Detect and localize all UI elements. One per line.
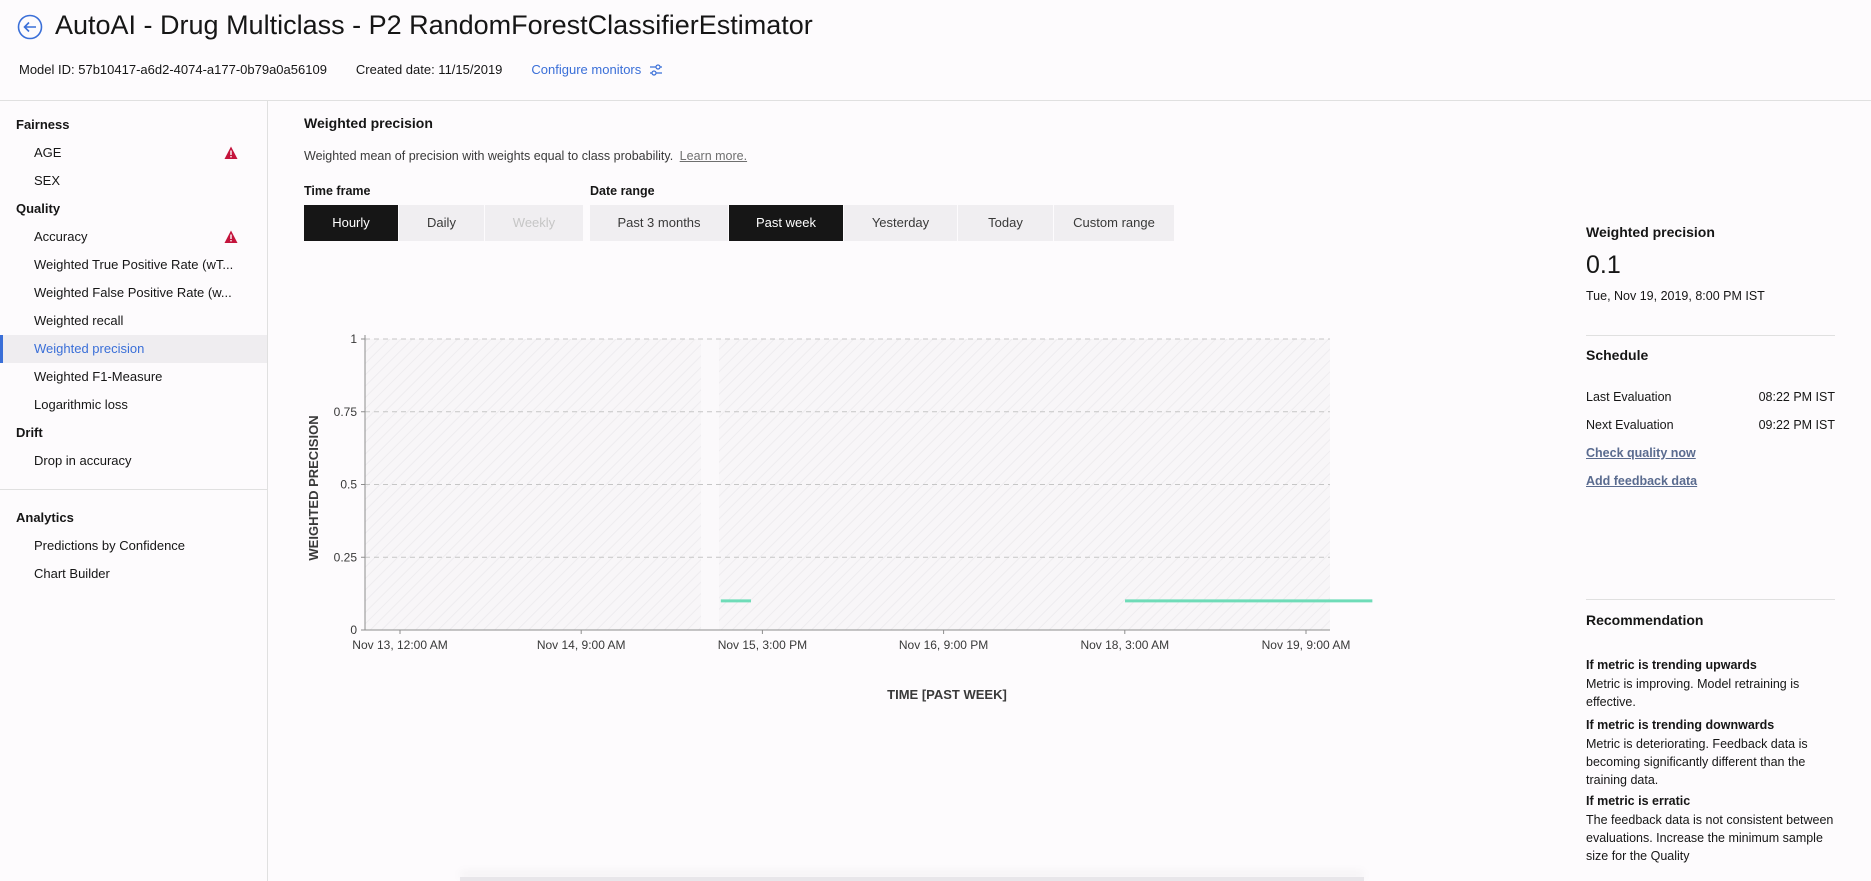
date-range-label: Date range (590, 184, 655, 198)
back-arrow-icon[interactable] (17, 14, 43, 40)
x-tick-label: Nov 14, 9:00 AM (537, 638, 626, 652)
metric-side-panel: Weighted precision 0.1 Tue, Nov 19, 2019… (1586, 101, 1871, 881)
trending-down-heading: If metric is trending downwards (1586, 718, 1775, 732)
sidebar-item-weighted-tpr[interactable]: Weighted True Positive Rate (wT... (0, 251, 267, 279)
sidebar-item-predictions-by-confidence[interactable]: Predictions by Confidence (0, 532, 267, 560)
sidebar-item-drop-in-accuracy[interactable]: Drop in accuracy (0, 447, 267, 475)
sidebar-item-age[interactable]: AGE (0, 139, 267, 167)
erratic-heading: If metric is erratic (1586, 794, 1691, 808)
yesterday-button[interactable]: Yesterday (844, 205, 958, 241)
today-button[interactable]: Today (958, 205, 1054, 241)
warning-icon (224, 230, 238, 243)
panel-divider (1586, 335, 1835, 336)
time-frame-label: Time frame (304, 184, 371, 198)
description-text: Weighted mean of precision with weights … (304, 149, 674, 163)
model-meta: Model ID: 57b10417-a6d2-4074-a177-0b79a0… (19, 62, 663, 77)
sidebar-item-label: Weighted F1-Measure (34, 369, 163, 384)
sidebar-group-quality: Quality (16, 201, 61, 216)
date-range-switcher: Past 3 months Past week Yesterday Today … (590, 205, 1174, 241)
next-evaluation-label: Next Evaluation (1586, 418, 1674, 432)
page-title: AutoAI - Drug Multiclass - P2 RandomFore… (55, 10, 813, 40)
panel-metric-date: Tue, Nov 19, 2019, 8:00 PM IST (1586, 289, 1765, 303)
configure-monitors-link[interactable]: Configure monitors (531, 62, 663, 77)
monitor-sidebar: Fairness AGE SEX Quality Accuracy Weight… (0, 101, 268, 881)
check-quality-link[interactable]: Check quality now (1586, 446, 1696, 460)
y-tick-label: 0.75 (334, 405, 358, 419)
y-tick-label: 0.25 (334, 550, 358, 564)
last-evaluation-label: Last Evaluation (1586, 390, 1672, 404)
sidebar-item-accuracy[interactable]: Accuracy (0, 223, 267, 251)
created-date: Created date: 11/15/2019 (355, 62, 503, 77)
sidebar-item-weighted-precision[interactable]: Weighted precision (0, 335, 267, 363)
sidebar-item-chart-builder[interactable]: Chart Builder (0, 560, 267, 588)
sidebar-item-weighted-f1[interactable]: Weighted F1-Measure (0, 363, 267, 391)
sidebar-group-drift: Drift (16, 425, 43, 440)
sidebar-item-label: Drop in accuracy (34, 453, 132, 468)
recommendation-title: Recommendation (1586, 612, 1704, 628)
sidebar-item-label: Logarithmic loss (34, 397, 128, 412)
last-evaluation-row: Last Evaluation 08:22 PM IST (1586, 390, 1835, 404)
x-tick-label: Nov 13, 12:00 AM (352, 638, 447, 652)
sliders-icon (650, 63, 663, 76)
x-axis-label: TIME [PAST WEEK] (887, 687, 1007, 702)
next-evaluation-row: Next Evaluation 09:22 PM IST (1586, 418, 1835, 432)
sidebar-item-label: Weighted recall (34, 313, 124, 328)
y-axis-label: WEIGHTED PRECISION (306, 415, 321, 560)
last-evaluation-value: 08:22 PM IST (1758, 390, 1835, 404)
y-tick-label: 1 (350, 332, 357, 346)
model-id: Model ID: 57b10417-a6d2-4074-a177-0b79a0… (19, 62, 327, 77)
configure-monitors-label: Configure monitors (531, 62, 642, 77)
custom-range-button[interactable]: Custom range (1054, 205, 1174, 241)
sidebar-item-weighted-fpr[interactable]: Weighted False Positive Rate (w... (0, 279, 267, 307)
metric-title: Weighted precision (304, 115, 433, 131)
sidebar-item-label: Weighted precision (34, 341, 145, 356)
erratic-text: The feedback data is not consistent betw… (1586, 813, 1834, 863)
sidebar-item-label: SEX (34, 173, 61, 188)
x-tick-label: Nov 18, 3:00 AM (1080, 638, 1169, 652)
sidebar-item-log-loss[interactable]: Logarithmic loss (0, 391, 267, 419)
panel-metric-title: Weighted precision (1586, 224, 1715, 240)
add-feedback-link[interactable]: Add feedback data (1586, 474, 1697, 488)
sidebar-item-sex[interactable]: SEX (0, 167, 267, 195)
sidebar-item-label: Chart Builder (34, 566, 110, 581)
sidebar-group-fairness: Fairness (16, 117, 70, 132)
metric-description: Weighted mean of precision with weights … (304, 149, 747, 163)
page-header: AutoAI - Drug Multiclass - P2 RandomFore… (0, 0, 1871, 101)
x-tick-label: Nov 19, 9:00 AM (1262, 638, 1351, 652)
main-content: Weighted precision Weighted mean of prec… (268, 101, 1871, 881)
daily-button[interactable]: Daily (399, 205, 485, 241)
hourly-button[interactable]: Hourly (304, 205, 399, 241)
learn-more-link[interactable]: Learn more. (680, 149, 747, 163)
past-week-button[interactable]: Past week (729, 205, 844, 241)
warning-icon (224, 146, 238, 159)
panel-divider (1586, 599, 1835, 600)
next-evaluation-value: 09:22 PM IST (1758, 418, 1835, 432)
sidebar-divider (0, 489, 267, 490)
bottom-scroll-shadow (460, 877, 1364, 881)
trending-up-heading: If metric is trending upwards (1586, 658, 1757, 672)
sidebar-item-weighted-recall[interactable]: Weighted recall (0, 307, 267, 335)
schedule-title: Schedule (1586, 347, 1649, 363)
panel-metric-value: 0.1 (1586, 251, 1621, 279)
sidebar-item-label: Weighted True Positive Rate (wT... (34, 257, 234, 272)
sidebar-item-label: AGE (34, 145, 62, 160)
sidebar-item-label: Predictions by Confidence (34, 538, 186, 553)
x-tick-label: Nov 16, 9:00 PM (899, 638, 988, 652)
weekly-button: Weekly (485, 205, 583, 241)
trending-up-text: Metric is improving. Model retraining is… (1586, 677, 1800, 709)
sidebar-group-analytics: Analytics (16, 510, 74, 525)
sidebar-item-label: Weighted False Positive Rate (w... (34, 285, 232, 300)
y-tick-label: 0 (350, 623, 357, 637)
past-3-months-button[interactable]: Past 3 months (590, 205, 729, 241)
trending-down-text: Metric is deteriorating. Feedback data i… (1586, 737, 1808, 787)
x-tick-label: Nov 15, 3:00 PM (718, 638, 807, 652)
time-frame-switcher: Hourly Daily Weekly (304, 205, 583, 241)
sidebar-item-label: Accuracy (34, 229, 88, 244)
weighted-precision-chart: 0 0.25 0.5 0.75 1 Nov 13, 12:00 AM Nov 14, 9:… (306, 332, 1373, 702)
y-tick-label: 0.5 (340, 478, 357, 492)
